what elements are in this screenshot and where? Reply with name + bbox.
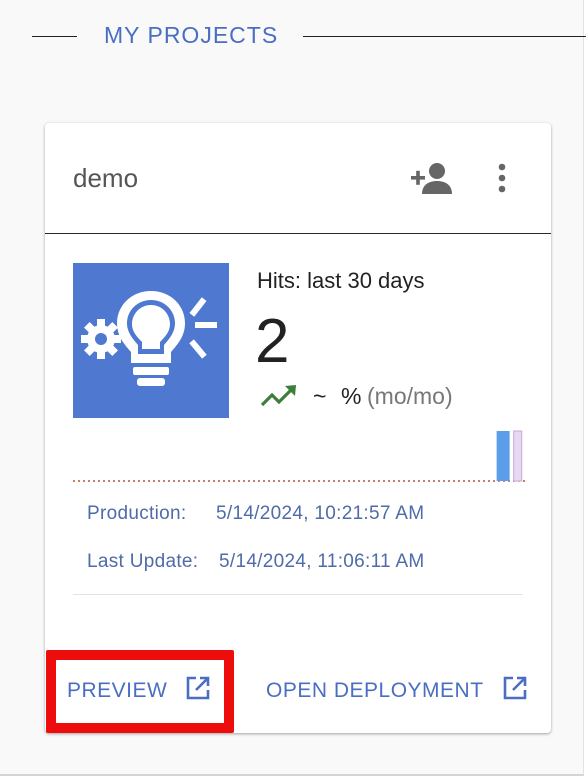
projects-panel: MY PROJECTS demo Hits: last 30 days 2 ~ … xyxy=(0,0,586,776)
sparkline-bar xyxy=(513,430,523,482)
more-vert-icon[interactable] xyxy=(485,157,519,199)
section-title: MY PROJECTS xyxy=(104,22,279,48)
header-divider-left xyxy=(32,36,77,37)
person-add-icon[interactable] xyxy=(407,157,457,199)
preview-label: PREVIEW xyxy=(67,679,168,702)
trend-percent: % xyxy=(341,383,362,409)
open-deployment-button[interactable]: OPEN DEPLOYMENT xyxy=(266,675,528,707)
hits-sparkline xyxy=(73,430,525,482)
trend-tilde: ~ xyxy=(313,383,327,409)
header-divider-right xyxy=(303,36,586,37)
hits-value: 2 xyxy=(255,307,290,376)
section-header: MY PROJECTS xyxy=(0,0,586,72)
preview-button[interactable]: PREVIEW xyxy=(67,675,211,707)
project-card: demo Hits: last 30 days 2 ~ % (mo/mo) Pr… xyxy=(45,123,551,733)
card-title-divider xyxy=(45,233,551,234)
last-update-label: Last Update: xyxy=(87,551,199,572)
open-in-new-icon xyxy=(185,675,211,707)
sparkline-bar xyxy=(496,431,510,481)
open-in-new-icon xyxy=(502,675,528,707)
trend-period: (mo/mo) xyxy=(367,383,453,409)
lightbulb-gear-icon xyxy=(73,263,229,418)
project-title: demo xyxy=(73,163,139,193)
open-deployment-label: OPEN DEPLOYMENT xyxy=(266,679,484,702)
info-divider xyxy=(73,594,523,595)
production-label: Production: xyxy=(87,503,187,524)
last-update-value: 5/14/2024, 11:06:11 AM xyxy=(219,551,425,572)
trending-up-icon xyxy=(259,381,299,411)
production-value: 5/14/2024, 10:21:57 AM xyxy=(216,503,425,524)
hits-label: Hits: last 30 days xyxy=(257,268,425,293)
